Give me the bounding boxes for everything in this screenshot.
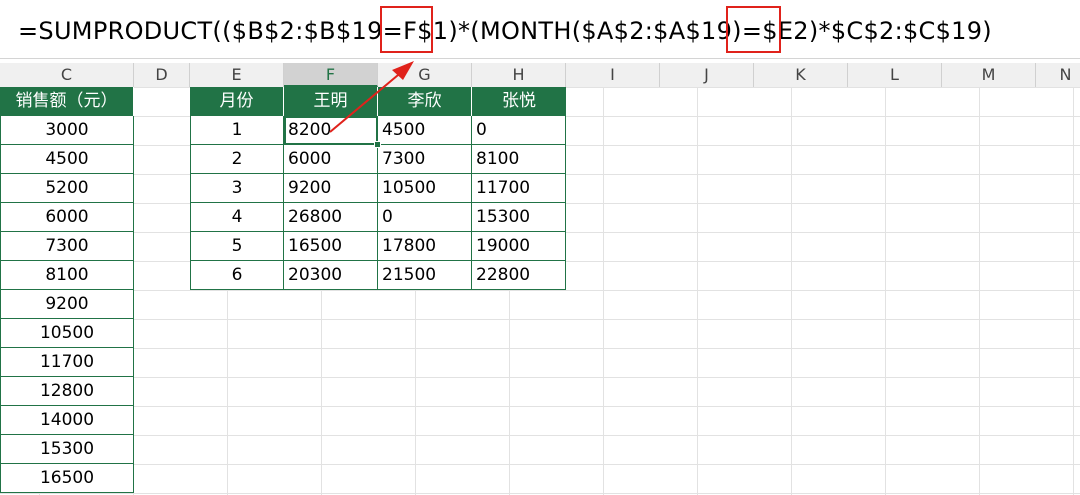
table-cell[interactable]: 21500 xyxy=(378,261,472,290)
table-cell-month[interactable]: 4 xyxy=(190,203,284,232)
highlight-box-e2 xyxy=(726,6,781,53)
formula-part-3: )*$C$2:$C$19) xyxy=(808,17,992,45)
column-header-h[interactable]: H xyxy=(472,63,566,87)
table-cell[interactable]: 10500 xyxy=(378,174,472,203)
table-cell-month[interactable]: 1 xyxy=(190,116,284,145)
formula-part-2: )*(MONTH($A$2:$A$19)= xyxy=(448,17,763,45)
formula-part-1: =SUMPRODUCT(($B$2:$B$19= xyxy=(18,17,404,45)
table-cell-month[interactable]: 2 xyxy=(190,145,284,174)
highlight-box-f1 xyxy=(380,6,433,53)
table-cell-month[interactable]: 3 xyxy=(190,174,284,203)
sales-cell[interactable]: 5200 xyxy=(0,174,134,203)
table-header-lixin[interactable]: 李欣 xyxy=(378,87,472,116)
sales-cell[interactable]: 6000 xyxy=(0,203,134,232)
formula-bar[interactable]: =SUMPRODUCT(($B$2:$B$19=F$1)*(MONTH($A$2… xyxy=(0,0,1080,59)
column-header-n[interactable]: N xyxy=(1036,63,1080,87)
sales-cell[interactable]: 4500 xyxy=(0,145,134,174)
column-header-row: C D E F G H I J K L M N xyxy=(0,63,1080,88)
table-cell[interactable]: 0 xyxy=(378,203,472,232)
sales-cell[interactable]: 7300 xyxy=(0,232,134,261)
table-cell[interactable]: 9200 xyxy=(284,174,378,203)
table-cell[interactable]: 8100 xyxy=(472,145,566,174)
table-header-wangming[interactable]: 王明 xyxy=(284,87,378,116)
table-cell[interactable]: 15300 xyxy=(472,203,566,232)
table-cell[interactable]: 16500 xyxy=(284,232,378,261)
column-header-l[interactable]: L xyxy=(848,63,942,87)
table-cell[interactable]: 0 xyxy=(472,116,566,145)
sales-cell[interactable]: 8100 xyxy=(0,261,134,290)
table-cell[interactable]: 4500 xyxy=(378,116,472,145)
table-cell[interactable]: 19000 xyxy=(472,232,566,261)
table-cell[interactable]: 11700 xyxy=(472,174,566,203)
sales-cell[interactable]: 15300 xyxy=(0,435,134,464)
column-header-c[interactable]: C xyxy=(0,63,134,87)
column-header-k[interactable]: K xyxy=(754,63,848,87)
sales-cell[interactable]: 11700 xyxy=(0,348,134,377)
sales-cell[interactable]: 14000 xyxy=(0,406,134,435)
formula-text[interactable]: =SUMPRODUCT(($B$2:$B$19=F$1)*(MONTH($A$2… xyxy=(18,15,992,47)
column-header-e[interactable]: E xyxy=(190,63,284,87)
column-header-m[interactable]: M xyxy=(942,63,1036,87)
column-header-f[interactable]: F xyxy=(284,63,378,87)
column-header-j[interactable]: J xyxy=(660,63,754,87)
sales-cell[interactable]: 3000 xyxy=(0,116,134,145)
table-cell-active[interactable]: 8200 xyxy=(284,116,378,145)
column-header-g[interactable]: G xyxy=(378,63,472,87)
column-header-i[interactable]: I xyxy=(566,63,660,87)
table-cell[interactable]: 6000 xyxy=(284,145,378,174)
table-cell[interactable]: 22800 xyxy=(472,261,566,290)
table-cell[interactable]: 7300 xyxy=(378,145,472,174)
table-cell-month[interactable]: 6 xyxy=(190,261,284,290)
sales-cell[interactable]: 12800 xyxy=(0,377,134,406)
table-header-zhangyue[interactable]: 张悦 xyxy=(472,87,566,116)
column-header-d[interactable]: D xyxy=(134,63,190,87)
table-cell[interactable]: 20300 xyxy=(284,261,378,290)
sales-header-cell[interactable]: 销售额（元） xyxy=(0,87,134,116)
sales-cell[interactable]: 9200 xyxy=(0,290,134,319)
table-cell[interactable]: 17800 xyxy=(378,232,472,261)
table-cell-month[interactable]: 5 xyxy=(190,232,284,261)
sales-cell[interactable]: 10500 xyxy=(0,319,134,348)
sales-cell[interactable]: 16500 xyxy=(0,464,134,493)
table-cell[interactable]: 26800 xyxy=(284,203,378,232)
table-header-month[interactable]: 月份 xyxy=(190,87,284,116)
fill-handle[interactable] xyxy=(374,141,381,148)
